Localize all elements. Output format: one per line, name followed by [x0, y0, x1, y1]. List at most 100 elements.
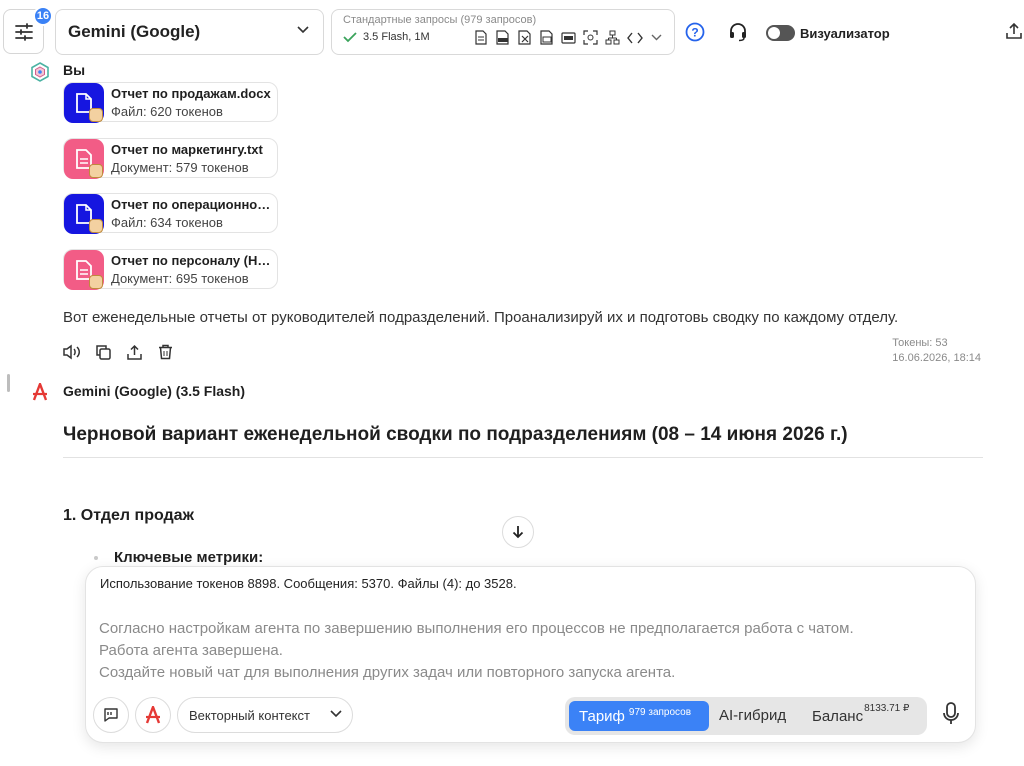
chevron-down-icon [648, 29, 665, 46]
vector-context-select[interactable]: Векторный контекст [177, 697, 353, 733]
file-name: Отчет по маркетингу.txt [111, 142, 263, 157]
structure-icon [604, 29, 621, 46]
agent-button[interactable] [135, 697, 171, 733]
requests-title: Стандартные запросы (979 запросов) [343, 14, 537, 26]
file-name: Отчет по операционной … [111, 197, 276, 212]
ppt-icon [538, 29, 555, 46]
chevron-down-icon [297, 26, 309, 34]
question-icon: ? [685, 22, 705, 42]
chevron-down-icon [330, 710, 342, 718]
microphone-icon [943, 702, 959, 724]
composer: Использование токенов 8898. Сообщения: 5… [85, 566, 976, 743]
attached-file[interactable]: Отчет по маркетингу.txt Документ: 579 то… [63, 138, 278, 179]
file-meta: Документ: 579 токенов [111, 160, 249, 175]
bot-avatar [32, 382, 48, 406]
tariff-label: Тариф [579, 707, 625, 725]
microphone-button[interactable] [942, 702, 960, 731]
requests-model: 3.5 Flash, 1M [363, 31, 430, 43]
user-avatar [30, 62, 50, 82]
excel-icon [516, 29, 533, 46]
visualizer-toggle[interactable] [766, 25, 795, 41]
tariff-mode-button[interactable]: Тариф 979 запросов [569, 701, 709, 731]
user-message: Вот еженедельные отчеты от руководителей… [63, 309, 899, 326]
scroll-down-button[interactable] [502, 516, 534, 548]
trash-icon [158, 344, 172, 360]
app-logo-icon [145, 706, 161, 724]
speaker-icon [63, 344, 80, 360]
svg-text:?: ? [691, 26, 698, 40]
check-icon [343, 32, 357, 43]
notice-line: Создайте новый чат для выполнения других… [99, 664, 676, 681]
share-button[interactable] [125, 343, 143, 361]
balance-amount: 8133.71 ₽ [864, 703, 910, 714]
database-badge-icon [89, 219, 103, 233]
attached-file[interactable]: Отчет по операционной … Файл: 634 токено… [63, 193, 278, 234]
balance-label: Баланс [812, 708, 864, 725]
file-meta: Файл: 620 токенов [111, 104, 223, 119]
list-item-label: Ключевые метрики: [114, 549, 264, 566]
file-icon [64, 194, 104, 234]
agent-notice: Согласно настройкам агента по завершению… [99, 618, 854, 684]
model-name: Gemini (Google) [68, 22, 201, 41]
user-name: Вы [63, 62, 86, 78]
attached-file[interactable]: Отчет по персоналу (HR)… Документ: 695 т… [63, 249, 278, 290]
vector-context-label: Векторный контекст [189, 707, 310, 723]
database-badge-icon [89, 164, 103, 178]
help-button[interactable]: ? [685, 22, 705, 47]
notice-line: Согласно настройкам агента по завершению… [99, 620, 854, 637]
database-badge-icon [89, 108, 103, 122]
document-icon [472, 29, 489, 46]
sliders-icon [14, 22, 33, 41]
model-select[interactable]: Gemini (Google) [55, 9, 324, 55]
requests-model-row: 3.5 Flash, 1M [343, 31, 430, 43]
chat-bubble-icon [104, 708, 118, 722]
upload-icon [126, 344, 142, 360]
bot-name: Gemini (Google) (3.5 Flash) [63, 383, 246, 399]
billing-mode-switch: Тариф 979 запросов AI-гибрид Баланс8133.… [565, 697, 927, 735]
arrow-down-icon [512, 526, 524, 539]
usage-stats: Использование токенов 8898. Сообщения: 5… [100, 576, 517, 591]
copy-icon [96, 345, 111, 360]
ai-hybrid-mode-button[interactable]: AI-гибрид [719, 707, 786, 724]
ai-hybrid-label: AI-гибрид [719, 707, 787, 724]
divider [63, 457, 983, 458]
headset-icon [730, 23, 746, 42]
section-title: 1. Отдел продаж [63, 507, 194, 524]
delete-button[interactable] [156, 343, 174, 361]
file-type-icons [472, 29, 665, 46]
resize-handle[interactable] [7, 374, 10, 392]
message-meta: Токены: 53 16.06.2026, 18:14 [892, 336, 981, 366]
file-icon [64, 139, 104, 179]
requests-selector[interactable]: Стандартные запросы (979 запросов) 3.5 F… [331, 9, 675, 55]
code-icon [626, 29, 643, 46]
prompt-button[interactable] [93, 697, 129, 733]
database-badge-icon [89, 275, 103, 289]
message-actions [63, 343, 174, 361]
support-button[interactable] [728, 22, 748, 47]
copy-button[interactable] [94, 343, 112, 361]
notification-badge: 16 [33, 6, 53, 26]
file-name: Отчет по продажам.docx [111, 86, 271, 101]
upload-icon [1006, 22, 1022, 39]
visualizer-label: Визуализатор [800, 26, 890, 41]
file-meta: Файл: 634 токенов [111, 215, 223, 230]
list-item: Ключевые метрики: [93, 549, 264, 566]
attached-file[interactable]: Отчет по продажам.docx Файл: 620 токенов [63, 82, 278, 123]
tokens-count: Токены: 53 [892, 337, 948, 349]
scan-icon [582, 29, 599, 46]
top-bar: 16 Gemini (Google) Стандартные запросы (… [0, 0, 1024, 64]
speaker-button[interactable] [63, 343, 81, 361]
notice-line: Работа агента завершена. [99, 642, 283, 659]
export-button[interactable] [1006, 22, 1022, 45]
tariff-requests: 979 запросов [628, 706, 692, 718]
report-title: Черновой вариант еженедельной сводки по … [63, 424, 848, 445]
user-avatar-icon [31, 62, 49, 82]
file-icon [64, 83, 104, 123]
app-logo-icon [32, 382, 48, 401]
message-timestamp: 16.06.2026, 18:14 [892, 352, 981, 364]
balance-mode-button[interactable]: Баланс8133.71 ₽ [812, 703, 909, 725]
archive-icon [560, 29, 577, 46]
file-meta: Документ: 695 токенов [111, 271, 249, 286]
file-name: Отчет по персоналу (HR)… [111, 253, 276, 268]
pdf-icon [494, 29, 511, 46]
